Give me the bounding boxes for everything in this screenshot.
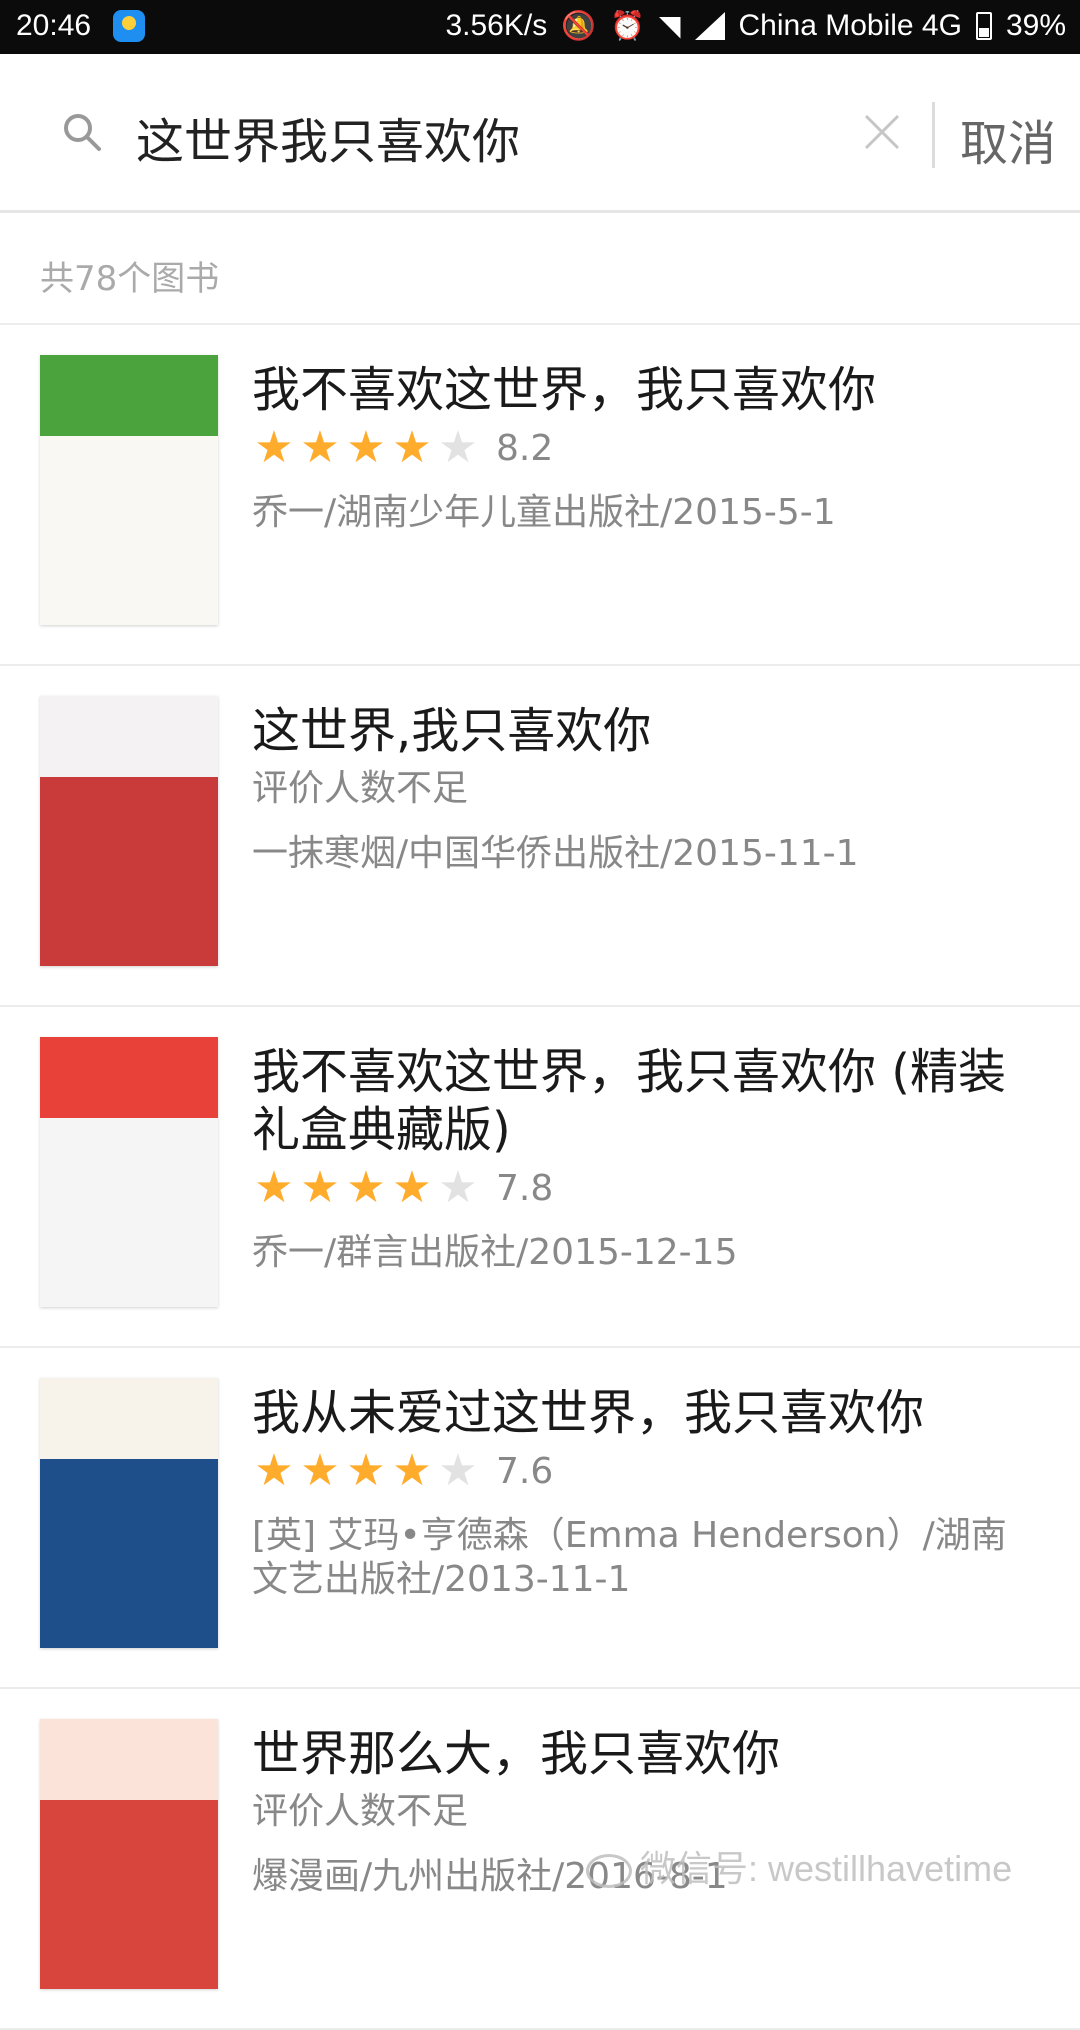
rating-status: 评价人数不足 [252,1791,469,1832]
star-icon: ★ [254,1445,294,1496]
star-icon: ★ [438,1162,478,1213]
clear-icon[interactable] [862,112,902,152]
book-publisher: [英] 艾玛•亨德森（Emma Henderson）/湖南文艺出版社/2013-… [252,1515,1007,1600]
signal-icon [694,12,725,40]
alarm-icon: ⏰ [610,10,645,41]
star-icon: ★ [300,422,340,473]
star-rating: ★ ★ ★ ★ ★ [252,426,480,470]
results-header: 共78个图书 [0,213,1080,325]
star-rating: ★ ★ ★ ★ ★ [252,1166,480,1210]
star-icon: ★ [300,1445,340,1496]
search-input[interactable]: 这世界我只喜欢你 [136,102,520,172]
book-cover-image [40,1719,218,1989]
star-icon: ★ [392,1445,432,1496]
book-title: 这世界,我只喜欢你 [252,703,652,759]
book-title: 世界那么大，我只喜欢你 [252,1726,781,1782]
wechat-icon [586,1854,632,1889]
book-title: 我不喜欢这世界，我只喜欢你 [252,362,877,418]
book-list-item[interactable]: 我从未爱过这世界，我只喜欢你 ★ ★ ★ ★ ★ 7.6 [英] 艾玛•亨德森（Emma He… [0,1348,1080,1689]
rating-score: 7.6 [496,1450,554,1492]
book-list-item[interactable]: 这世界,我只喜欢你评价人数不足一抹寒烟/中国华侨出版社/2015-11-1 [0,666,1080,1007]
book-list-item[interactable]: 我不喜欢这世界，我只喜欢你 (精装礼盒典藏版) ★ ★ ★ ★ ★ 7.8 乔一/群言出版社/… [0,1007,1080,1348]
star-icon: ★ [346,422,386,473]
rating-row: ★ ★ ★ ★ ★ 8.2 [252,423,1042,473]
star-icon: ★ [346,1162,386,1213]
star-icon: ★ [254,422,294,473]
book-title: 我不喜欢这世界，我只喜欢你 (精装礼盒典藏版) [252,1044,1006,1158]
cancel-button[interactable]: 取消 [960,104,1056,174]
rating-row: ★ ★ ★ ★ ★ 7.6 [252,1446,1042,1496]
rating-status: 评价人数不足 [252,768,469,809]
star-icon: ★ [254,1162,294,1213]
search-bar: 这世界我只喜欢你 取消 [0,54,1080,213]
search-icon [64,114,101,151]
book-publisher: 乔一/湖南少年儿童出版社/2015-5-1 [252,492,836,533]
rating-row: ★ ★ ★ ★ ★ 7.8 [252,1163,1042,1213]
book-list-item[interactable]: 我不喜欢这世界，我只喜欢你 ★ ★ ★ ★ ★ 8.2 乔一/湖南少年儿童出版社/2015-5… [0,325,1080,666]
book-cover-image [40,355,218,625]
book-cover-image [40,696,218,966]
star-icon: ★ [346,1445,386,1496]
book-publisher: 乔一/群言出版社/2015-12-15 [252,1232,738,1273]
status-time: 20:46 [16,9,92,42]
carrier-label: China Mobile 4G [738,9,962,42]
app-notification-icon [113,10,145,42]
book-title: 我从未爱过这世界，我只喜欢你 [252,1385,925,1441]
star-icon: ★ [300,1162,340,1213]
book-cover-image [40,1378,218,1648]
mute-icon: 🔕 [561,10,597,41]
status-bar: 20:46 3.56K/s 🔕 ⏰ ◥ China Mobile 4G 39% [0,0,1080,54]
book-cover-image [40,1037,218,1307]
book-meta: ★ ★ ★ ★ ★ 8.2 乔一/湖南少年儿童出版社/2015-5-1 [252,423,1042,535]
result-count: 共78个图书 [40,259,220,299]
star-icon: ★ [438,422,478,473]
book-meta: ★ ★ ★ ★ ★ 7.6 [英] 艾玛•亨德森（Emma Henderson）/湖南文艺出… [252,1446,1042,1602]
net-speed: 3.56K/s [445,9,548,42]
book-publisher: 一抹寒烟/中国华侨出版社/2015-11-1 [252,833,859,874]
star-rating: ★ ★ ★ ★ ★ [252,1449,480,1493]
rating-score: 7.8 [496,1167,554,1209]
battery-icon [975,12,992,40]
rating-score: 8.2 [496,427,554,469]
watermark: 微信号: westillhavetime [586,1840,1012,1892]
book-list: 我不喜欢这世界，我只喜欢你 ★ ★ ★ ★ ★ 8.2 乔一/湖南少年儿童出版社/2015-5… [0,325,1080,2030]
battery-percent: 39% [1005,9,1066,42]
watermark-text: 微信号: westillhavetime [640,1848,1013,1889]
star-icon: ★ [438,1445,478,1496]
star-icon: ★ [392,1162,432,1213]
book-meta: 评价人数不足一抹寒烟/中国华侨出版社/2015-11-1 [252,764,1042,876]
status-indicators: 3.56K/s 🔕 ⏰ ◥ China Mobile 4G 39% [445,9,1066,43]
star-icon: ★ [392,422,432,473]
wifi-icon: ◥ [658,10,681,41]
book-meta: ★ ★ ★ ★ ★ 7.8 乔一/群言出版社/2015-12-15 [252,1163,1042,1275]
search-divider [932,102,935,168]
